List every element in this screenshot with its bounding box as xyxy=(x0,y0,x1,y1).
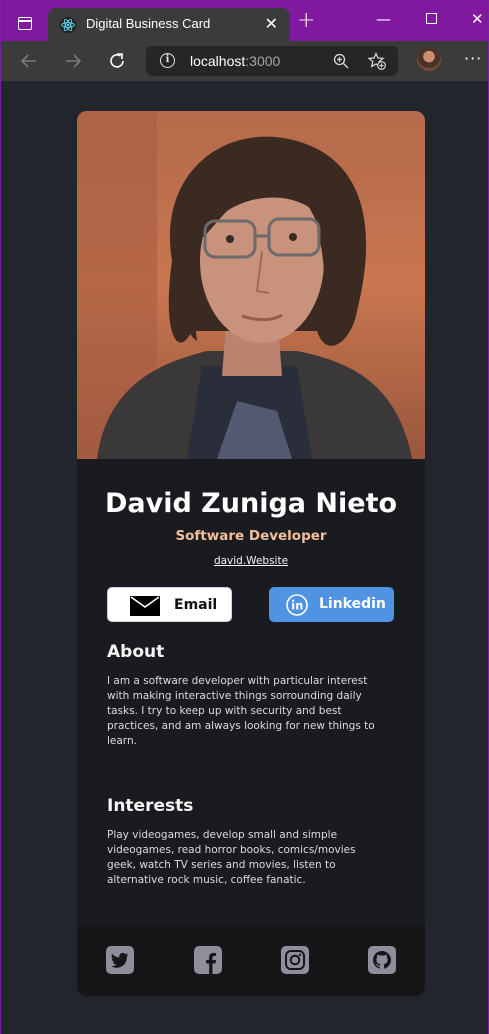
instagram-icon[interactable] xyxy=(281,946,309,974)
maximize-icon[interactable] xyxy=(426,13,437,24)
refresh-icon[interactable] xyxy=(106,50,128,72)
about-text: I am a software developer with particula… xyxy=(107,675,375,747)
title-bar: Digital Business Card ✕ + — ✕ xyxy=(1,0,488,41)
zoom-icon[interactable] xyxy=(333,53,349,69)
card-name: David Zuniga Nieto xyxy=(104,488,398,519)
card-role: Software Developer xyxy=(175,528,327,544)
profile-avatar[interactable] xyxy=(417,47,441,71)
linkedin-icon xyxy=(286,594,308,616)
add-favorite-icon[interactable] xyxy=(368,52,386,70)
business-card: David Zuniga Nieto Software Developer da… xyxy=(77,111,425,996)
page-content: David Zuniga Nieto Software Developer da… xyxy=(1,81,488,1034)
address-host: localhost xyxy=(190,53,246,69)
profile-photo xyxy=(77,111,425,459)
site-info-icon[interactable]: i xyxy=(160,53,175,68)
browser-window: Digital Business Card ✕ + — ✕ i localhos… xyxy=(1,0,488,1034)
react-favicon-icon xyxy=(59,16,77,34)
close-window-icon[interactable]: ✕ xyxy=(471,10,484,28)
email-button[interactable]: Email xyxy=(107,587,232,622)
github-icon[interactable] xyxy=(368,946,396,974)
address-port: :3000 xyxy=(245,53,281,69)
about-heading: About xyxy=(107,642,165,662)
tab-title: Digital Business Card xyxy=(86,16,211,31)
address-url: localhost:3000 xyxy=(190,53,280,69)
mail-icon xyxy=(130,596,160,616)
back-icon[interactable] xyxy=(18,50,40,72)
browser-toolbar: i localhost:3000 ··· xyxy=(1,41,488,81)
tab-close-icon[interactable]: ✕ xyxy=(265,14,278,33)
linkedin-button[interactable]: Linkedin xyxy=(269,587,394,622)
social-footer xyxy=(77,925,425,996)
minimize-icon[interactable]: — xyxy=(376,10,391,28)
twitter-icon[interactable] xyxy=(106,946,134,974)
tab-actions-icon[interactable] xyxy=(18,17,32,30)
address-bar[interactable]: i localhost:3000 xyxy=(146,46,398,76)
email-button-label: Email xyxy=(174,597,218,613)
linkedin-button-label: Linkedin xyxy=(319,596,386,612)
interests-heading: Interests xyxy=(107,796,194,816)
more-options-icon[interactable]: ··· xyxy=(464,49,482,68)
facebook-icon[interactable] xyxy=(194,946,222,974)
website-link[interactable]: david.Website xyxy=(77,555,425,567)
forward-icon[interactable] xyxy=(62,50,84,72)
interests-text: Play videogames, develop small and simpl… xyxy=(107,829,356,886)
tab-active[interactable]: Digital Business Card ✕ xyxy=(48,8,290,41)
new-tab-icon[interactable]: + xyxy=(297,10,315,32)
